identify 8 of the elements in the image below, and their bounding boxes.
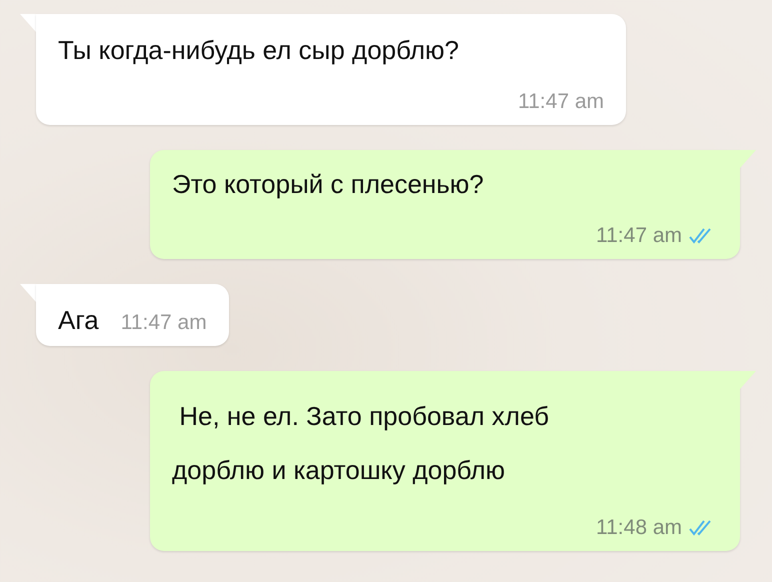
message-text: Ты когда-нибудь ел сыр дорблю? xyxy=(58,34,460,66)
message-time: 11:47 am xyxy=(120,310,207,336)
message-time: 11:47 am xyxy=(518,89,604,115)
message-time: 11:47 am xyxy=(596,223,682,249)
message-text: Ага xyxy=(58,304,99,336)
message-text: Не, не ел. Зато пробовал хлеб дорблю и картошку дорблю xyxy=(172,400,550,487)
message-time: 11:48 am xyxy=(596,515,682,541)
message-text: Это который с плесенью? xyxy=(172,168,485,200)
